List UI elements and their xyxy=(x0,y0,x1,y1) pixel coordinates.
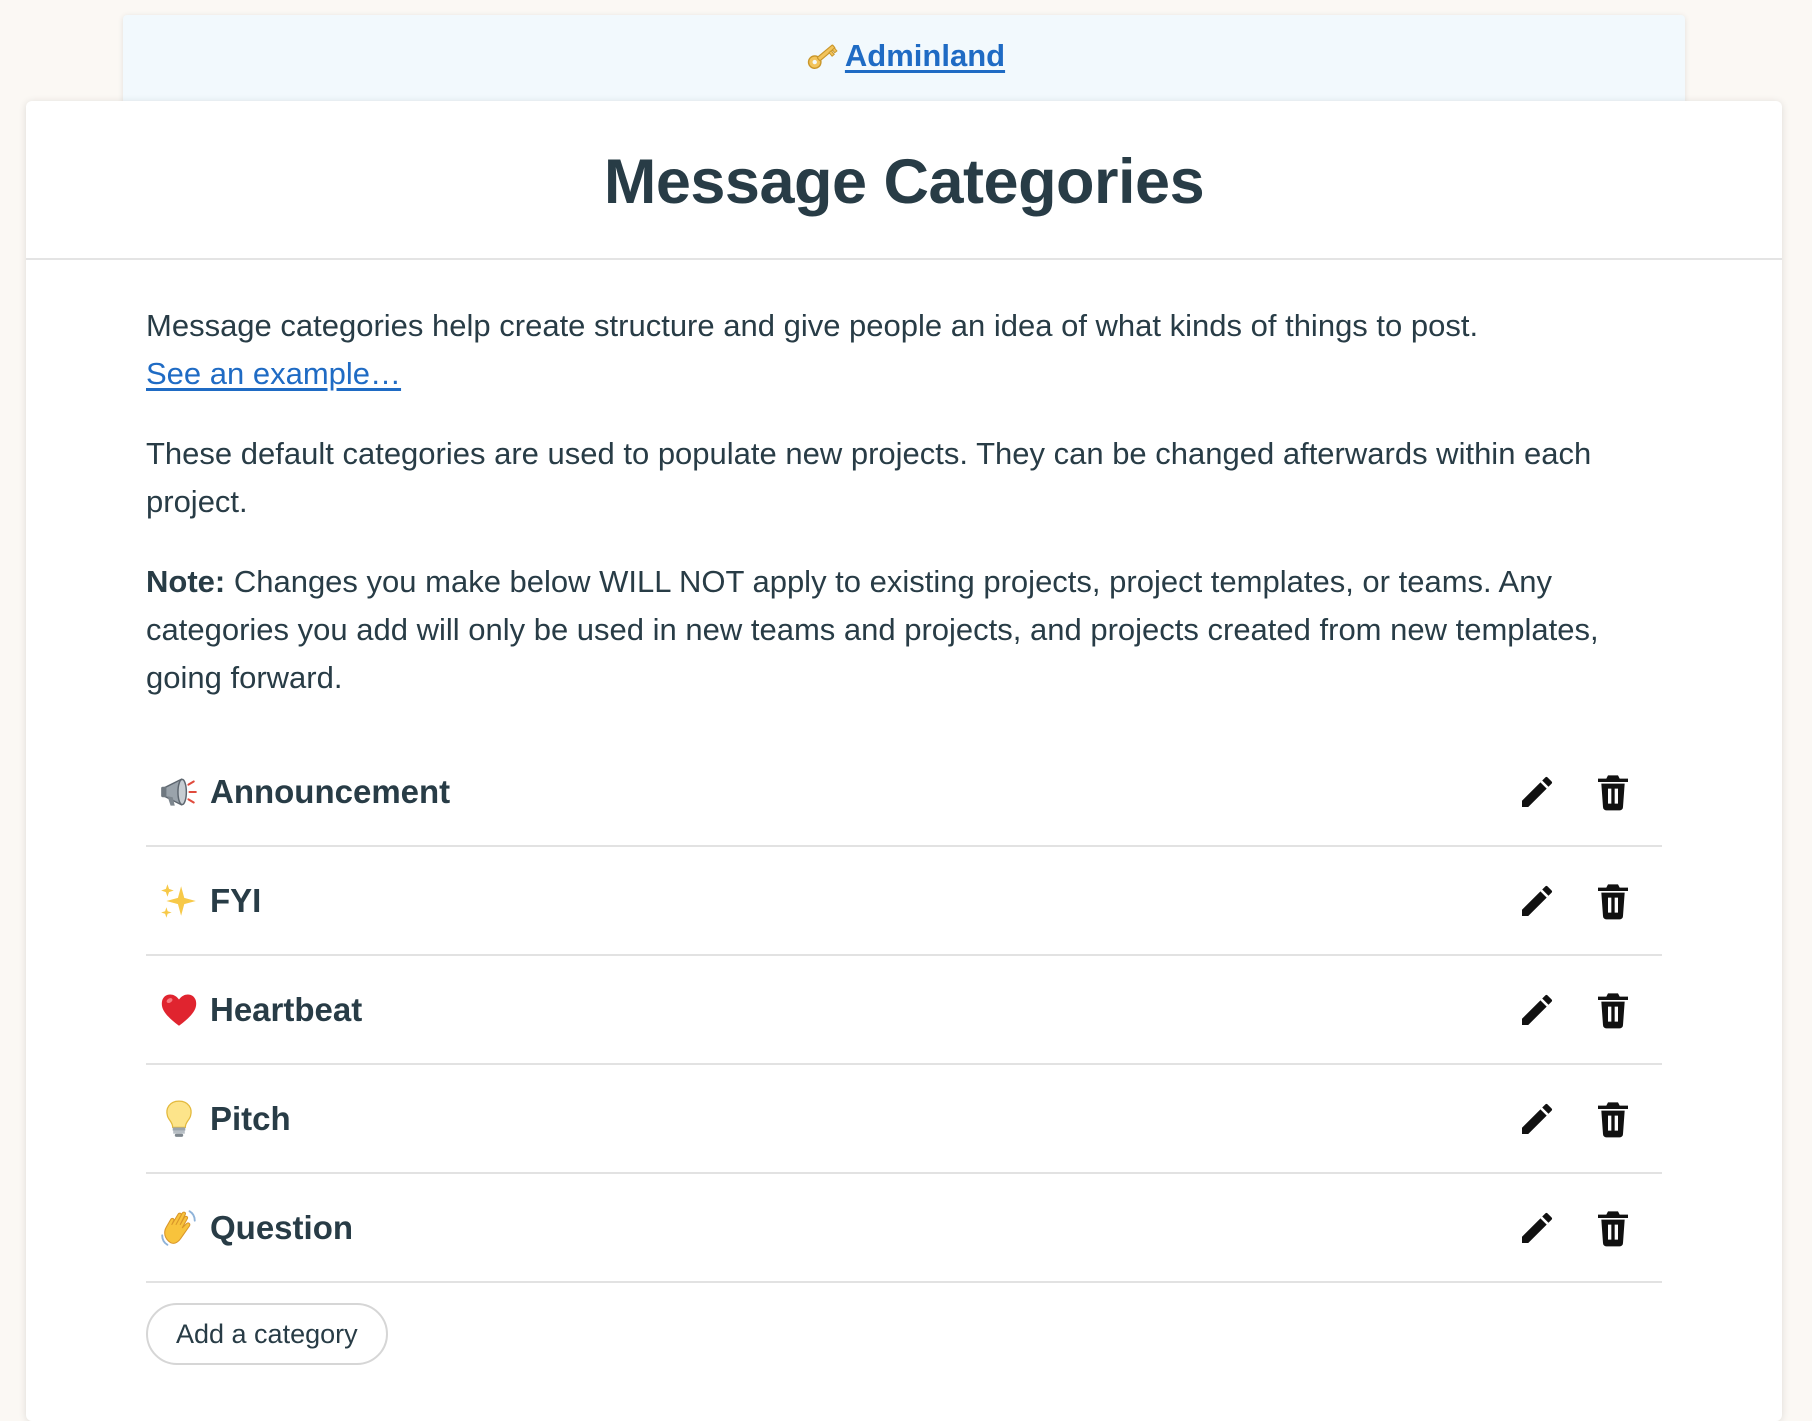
pencil-icon xyxy=(1522,994,1553,1025)
megaphone-icon xyxy=(161,777,197,806)
trash-icon xyxy=(1598,883,1628,919)
pencil-icon xyxy=(1522,885,1553,916)
category-row-pitch: Pitch xyxy=(146,1065,1662,1174)
category-name: FYI xyxy=(210,881,262,919)
pencil-icon xyxy=(1522,1103,1553,1134)
trash-icon xyxy=(1598,1101,1628,1137)
key-icon xyxy=(807,44,838,69)
pencil-icon xyxy=(1522,1212,1553,1243)
delete-button[interactable] xyxy=(1592,1098,1634,1140)
heart-icon xyxy=(161,993,197,1026)
adminland-link[interactable]: Adminland xyxy=(845,38,1005,74)
edit-button[interactable] xyxy=(1516,880,1558,922)
intro-text: Message categories help create structure… xyxy=(146,308,1479,343)
category-name: Heartbeat xyxy=(210,990,363,1028)
delete-button[interactable] xyxy=(1592,989,1634,1031)
note-label: Note: xyxy=(146,564,226,599)
category-name: Question xyxy=(210,1208,354,1246)
row-actions xyxy=(1516,1174,1634,1281)
trash-icon xyxy=(1598,1210,1628,1246)
trash-icon xyxy=(1598,774,1628,810)
category-name: Announcement xyxy=(210,772,451,810)
row-actions xyxy=(1516,847,1634,954)
category-list: Announcement FYI Heartbeat Pitch Questio… xyxy=(146,738,1662,1283)
note-paragraph: Note: Changes you make below WILL NOT ap… xyxy=(146,558,1662,702)
category-row-heartbeat: Heartbeat xyxy=(146,956,1662,1065)
edit-button[interactable] xyxy=(1516,1098,1558,1140)
page-title: Message Categories xyxy=(603,146,1205,217)
row-actions xyxy=(1516,1065,1634,1172)
waving-hand-icon xyxy=(161,1209,196,1246)
lightbulb-icon xyxy=(166,1100,192,1137)
row-actions xyxy=(1516,738,1634,845)
breadcrumb: Adminland xyxy=(123,15,1685,103)
card-header: Message Categories xyxy=(26,101,1782,260)
main-card: Message Categories Message categories he… xyxy=(26,101,1782,1421)
add-category-button[interactable]: Add a category xyxy=(146,1303,388,1365)
row-actions xyxy=(1516,956,1634,1063)
intro-paragraph: Message categories help create structure… xyxy=(146,302,1662,398)
defaults-paragraph: These default categories are used to pop… xyxy=(146,436,1592,519)
category-row-announcement: Announcement xyxy=(146,738,1662,847)
delete-button[interactable] xyxy=(1592,1207,1634,1249)
category-name: Pitch xyxy=(210,1099,291,1137)
edit-button[interactable] xyxy=(1516,989,1558,1031)
category-row-fyi: FYI xyxy=(146,847,1662,956)
category-row-question: Question xyxy=(146,1174,1662,1283)
edit-button[interactable] xyxy=(1516,1207,1558,1249)
delete-button[interactable] xyxy=(1592,880,1634,922)
note-text: Changes you make below WILL NOT apply to… xyxy=(146,564,1599,695)
sparkles-icon xyxy=(161,883,196,918)
edit-button[interactable] xyxy=(1516,771,1558,813)
see-example-link[interactable]: See an example… xyxy=(146,356,401,391)
delete-button[interactable] xyxy=(1592,771,1634,813)
card-body: Message categories help create structure… xyxy=(26,302,1782,1365)
trash-icon xyxy=(1598,992,1628,1028)
pencil-icon xyxy=(1522,776,1553,807)
breadcrumb-inner: Adminland xyxy=(803,37,1005,75)
